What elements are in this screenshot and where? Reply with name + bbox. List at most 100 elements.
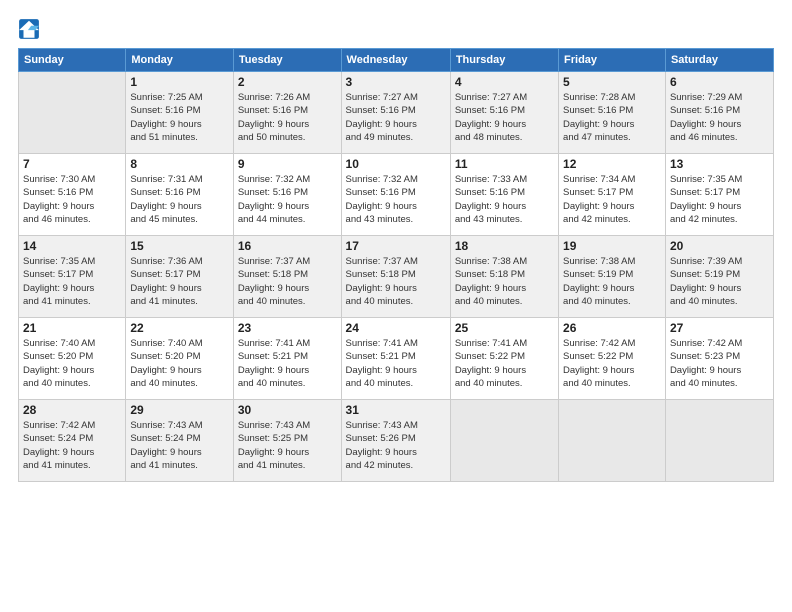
day-info: Sunrise: 7:32 AM Sunset: 5:16 PM Dayligh… xyxy=(238,173,337,226)
calendar-cell: 17 Sunrise: 7:37 AM Sunset: 5:18 PM Dayli… xyxy=(341,236,450,318)
calendar-cell: 9 Sunrise: 7:32 AM Sunset: 5:16 PM Daylig… xyxy=(233,154,341,236)
calendar-cell: 13 Sunrise: 7:35 AM Sunset: 5:17 PM Dayli… xyxy=(665,154,773,236)
calendar-cell: 29 Sunrise: 7:43 AM Sunset: 5:24 PM Dayli… xyxy=(126,400,234,482)
day-number: 18 xyxy=(455,239,554,253)
day-number: 22 xyxy=(130,321,229,335)
day-number: 12 xyxy=(563,157,661,171)
calendar-cell: 26 Sunrise: 7:42 AM Sunset: 5:22 PM Dayli… xyxy=(559,318,666,400)
day-number: 10 xyxy=(346,157,446,171)
day-number: 27 xyxy=(670,321,769,335)
day-number: 19 xyxy=(563,239,661,253)
day-number: 21 xyxy=(23,321,121,335)
calendar-cell: 23 Sunrise: 7:41 AM Sunset: 5:21 PM Dayli… xyxy=(233,318,341,400)
day-number: 25 xyxy=(455,321,554,335)
day-info: Sunrise: 7:37 AM Sunset: 5:18 PM Dayligh… xyxy=(238,255,337,308)
weekday-header-tuesday: Tuesday xyxy=(233,49,341,72)
day-info: Sunrise: 7:25 AM Sunset: 5:16 PM Dayligh… xyxy=(130,91,229,144)
day-info: Sunrise: 7:41 AM Sunset: 5:21 PM Dayligh… xyxy=(238,337,337,390)
day-info: Sunrise: 7:39 AM Sunset: 5:19 PM Dayligh… xyxy=(670,255,769,308)
day-number: 23 xyxy=(238,321,337,335)
calendar-cell: 20Sunrise: 7:39 AM Sunset: 5:19 PM Dayli… xyxy=(665,236,773,318)
day-info: Sunrise: 7:30 AM Sunset: 5:16 PM Dayligh… xyxy=(23,173,121,226)
calendar-cell: 7Sunrise: 7:30 AM Sunset: 5:16 PM Daylig… xyxy=(19,154,126,236)
calendar-cell: 31 Sunrise: 7:43 AM Sunset: 5:26 PM Dayli… xyxy=(341,400,450,482)
calendar-cell: 30 Sunrise: 7:43 AM Sunset: 5:25 PM Dayli… xyxy=(233,400,341,482)
day-info: Sunrise: 7:34 AM Sunset: 5:17 PM Dayligh… xyxy=(563,173,661,226)
day-number: 9 xyxy=(238,157,337,171)
calendar-cell: 27 Sunrise: 7:42 AM Sunset: 5:23 PM Dayli… xyxy=(665,318,773,400)
day-info: Sunrise: 7:42 AM Sunset: 5:23 PM Dayligh… xyxy=(670,337,769,390)
weekday-header-wednesday: Wednesday xyxy=(341,49,450,72)
day-number: 31 xyxy=(346,403,446,417)
day-info: Sunrise: 7:32 AM Sunset: 5:16 PM Dayligh… xyxy=(346,173,446,226)
weekday-header-saturday: Saturday xyxy=(665,49,773,72)
day-info: Sunrise: 7:40 AM Sunset: 5:20 PM Dayligh… xyxy=(23,337,121,390)
day-info: Sunrise: 7:35 AM Sunset: 5:17 PM Dayligh… xyxy=(23,255,121,308)
day-number: 1 xyxy=(130,75,229,89)
day-info: Sunrise: 7:37 AM Sunset: 5:18 PM Dayligh… xyxy=(346,255,446,308)
day-info: Sunrise: 7:35 AM Sunset: 5:17 PM Dayligh… xyxy=(670,173,769,226)
calendar-cell: 4Sunrise: 7:27 AM Sunset: 5:16 PM Daylig… xyxy=(450,72,558,154)
day-number: 6 xyxy=(670,75,769,89)
calendar-cell: 15 Sunrise: 7:36 AM Sunset: 5:17 PM Dayli… xyxy=(126,236,234,318)
day-info: Sunrise: 7:41 AM Sunset: 5:22 PM Dayligh… xyxy=(455,337,554,390)
day-number: 26 xyxy=(563,321,661,335)
calendar-cell: 24 Sunrise: 7:41 AM Sunset: 5:21 PM Dayli… xyxy=(341,318,450,400)
calendar-cell: 21 Sunrise: 7:40 AM Sunset: 5:20 PM Dayli… xyxy=(19,318,126,400)
day-number: 30 xyxy=(238,403,337,417)
day-info: Sunrise: 7:41 AM Sunset: 5:21 PM Dayligh… xyxy=(346,337,446,390)
calendar-cell: 16 Sunrise: 7:37 AM Sunset: 5:18 PM Dayli… xyxy=(233,236,341,318)
day-number: 2 xyxy=(238,75,337,89)
calendar-cell: 5 Sunrise: 7:28 AM Sunset: 5:16 PM Daylig… xyxy=(559,72,666,154)
calendar-cell: 8Sunrise: 7:31 AM Sunset: 5:16 PM Daylig… xyxy=(126,154,234,236)
calendar-table: SundayMondayTuesdayWednesdayThursdayFrid… xyxy=(18,48,774,482)
day-number: 3 xyxy=(346,75,446,89)
day-number: 24 xyxy=(346,321,446,335)
weekday-header-monday: Monday xyxy=(126,49,234,72)
day-number: 11 xyxy=(455,157,554,171)
calendar-cell xyxy=(19,72,126,154)
day-number: 29 xyxy=(130,403,229,417)
day-info: Sunrise: 7:38 AM Sunset: 5:18 PM Dayligh… xyxy=(455,255,554,308)
calendar-cell xyxy=(450,400,558,482)
calendar-cell: 14 Sunrise: 7:35 AM Sunset: 5:17 PM Dayli… xyxy=(19,236,126,318)
day-number: 5 xyxy=(563,75,661,89)
day-info: Sunrise: 7:43 AM Sunset: 5:26 PM Dayligh… xyxy=(346,419,446,472)
calendar-week-2: 7Sunrise: 7:30 AM Sunset: 5:16 PM Daylig… xyxy=(19,154,774,236)
logo-icon xyxy=(18,18,40,40)
day-info: Sunrise: 7:31 AM Sunset: 5:16 PM Dayligh… xyxy=(130,173,229,226)
page: SundayMondayTuesdayWednesdayThursdayFrid… xyxy=(0,0,792,612)
calendar-cell: 19 Sunrise: 7:38 AM Sunset: 5:19 PM Dayli… xyxy=(559,236,666,318)
calendar-cell: 1 Sunrise: 7:25 AM Sunset: 5:16 PM Daylig… xyxy=(126,72,234,154)
calendar-cell: 22 Sunrise: 7:40 AM Sunset: 5:20 PM Dayli… xyxy=(126,318,234,400)
day-info: Sunrise: 7:38 AM Sunset: 5:19 PM Dayligh… xyxy=(563,255,661,308)
day-info: Sunrise: 7:29 AM Sunset: 5:16 PM Dayligh… xyxy=(670,91,769,144)
day-number: 17 xyxy=(346,239,446,253)
day-info: Sunrise: 7:36 AM Sunset: 5:17 PM Dayligh… xyxy=(130,255,229,308)
day-info: Sunrise: 7:42 AM Sunset: 5:24 PM Dayligh… xyxy=(23,419,121,472)
day-info: Sunrise: 7:33 AM Sunset: 5:16 PM Dayligh… xyxy=(455,173,554,226)
calendar-week-4: 21 Sunrise: 7:40 AM Sunset: 5:20 PM Dayli… xyxy=(19,318,774,400)
day-info: Sunrise: 7:42 AM Sunset: 5:22 PM Dayligh… xyxy=(563,337,661,390)
day-info: Sunrise: 7:27 AM Sunset: 5:16 PM Dayligh… xyxy=(346,91,446,144)
calendar-cell: 2 Sunrise: 7:26 AM Sunset: 5:16 PM Daylig… xyxy=(233,72,341,154)
calendar-cell: 18 Sunrise: 7:38 AM Sunset: 5:18 PM Dayli… xyxy=(450,236,558,318)
day-info: Sunrise: 7:43 AM Sunset: 5:25 PM Dayligh… xyxy=(238,419,337,472)
calendar-week-3: 14 Sunrise: 7:35 AM Sunset: 5:17 PM Dayli… xyxy=(19,236,774,318)
calendar-cell: 10 Sunrise: 7:32 AM Sunset: 5:16 PM Dayli… xyxy=(341,154,450,236)
day-info: Sunrise: 7:40 AM Sunset: 5:20 PM Dayligh… xyxy=(130,337,229,390)
day-info: Sunrise: 7:28 AM Sunset: 5:16 PM Dayligh… xyxy=(563,91,661,144)
day-info: Sunrise: 7:43 AM Sunset: 5:24 PM Dayligh… xyxy=(130,419,229,472)
calendar-cell: 28Sunrise: 7:42 AM Sunset: 5:24 PM Dayli… xyxy=(19,400,126,482)
calendar-cell: 3 Sunrise: 7:27 AM Sunset: 5:16 PM Daylig… xyxy=(341,72,450,154)
day-number: 14 xyxy=(23,239,121,253)
day-number: 16 xyxy=(238,239,337,253)
day-number: 13 xyxy=(670,157,769,171)
calendar-cell: 25 Sunrise: 7:41 AM Sunset: 5:22 PM Dayli… xyxy=(450,318,558,400)
day-number: 15 xyxy=(130,239,229,253)
day-info: Sunrise: 7:26 AM Sunset: 5:16 PM Dayligh… xyxy=(238,91,337,144)
calendar-cell: 12 Sunrise: 7:34 AM Sunset: 5:17 PM Dayli… xyxy=(559,154,666,236)
day-number: 4 xyxy=(455,75,554,89)
calendar-cell: 11 Sunrise: 7:33 AM Sunset: 5:16 PM Dayli… xyxy=(450,154,558,236)
calendar-week-1: 1 Sunrise: 7:25 AM Sunset: 5:16 PM Daylig… xyxy=(19,72,774,154)
